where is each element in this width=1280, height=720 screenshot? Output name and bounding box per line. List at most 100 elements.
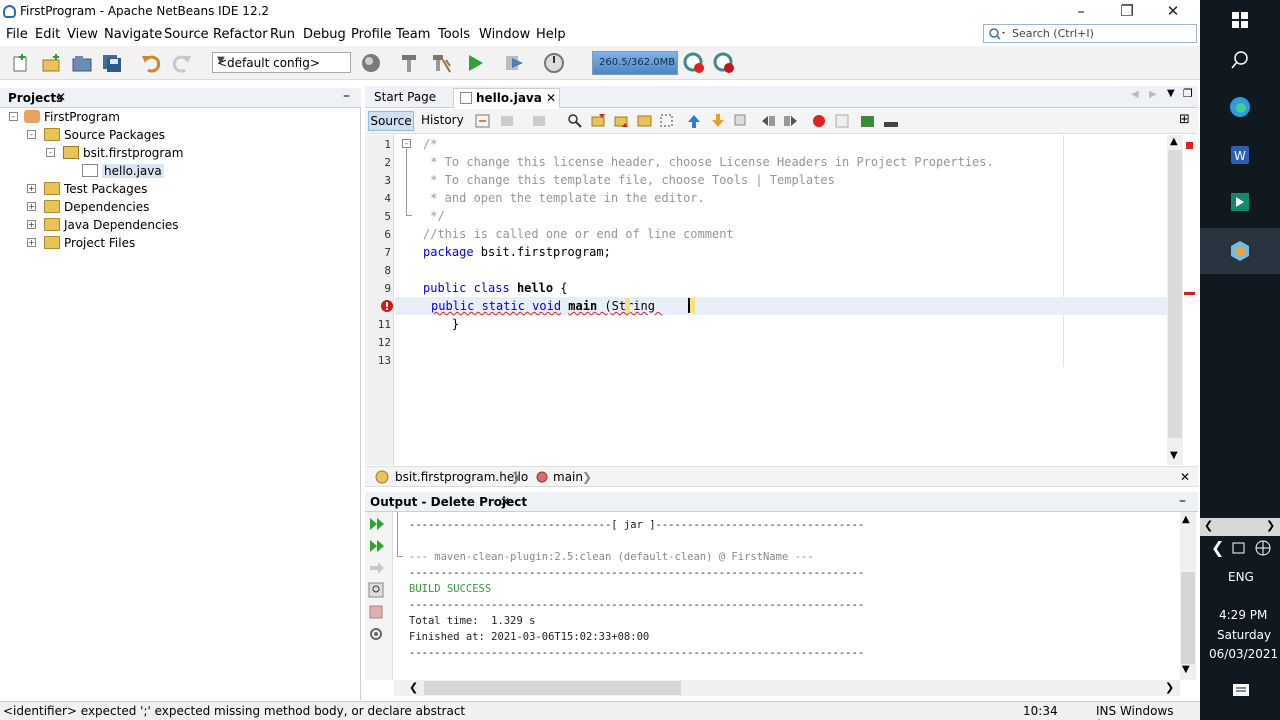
tree-item-hello-java[interactable]: hello.java (82, 164, 164, 178)
previous-bookmark-icon[interactable] (686, 113, 702, 129)
notifications-icon[interactable] (1232, 683, 1250, 699)
app-icon[interactable] (1228, 190, 1252, 214)
menu-refactor[interactable]: Refactor (213, 27, 268, 42)
rerun-with-options-icon[interactable] (368, 538, 386, 554)
undo-icon[interactable] (140, 52, 162, 74)
clock-time[interactable]: 4:29 PM (1219, 608, 1267, 622)
history-view-button[interactable]: History (421, 113, 464, 127)
show-opened-documents-icon[interactable]: ▼ (1167, 88, 1175, 99)
expand-icon[interactable]: + (27, 184, 36, 193)
close-icon[interactable]: ✕ (56, 90, 66, 104)
network-globe-icon[interactable] (1255, 540, 1271, 556)
output-tab[interactable]: Output - Delete Project ✕ – (365, 492, 1198, 512)
shift-left-icon[interactable] (760, 113, 776, 129)
shift-right-icon[interactable] (783, 113, 799, 129)
output-scroll-thumb[interactable] (1181, 572, 1195, 664)
find-icon[interactable] (567, 113, 583, 129)
tree-item-project-files[interactable]: Project Files (44, 236, 135, 250)
menu-debug[interactable]: Debug (303, 27, 346, 42)
expand-icon[interactable]: + (27, 220, 36, 229)
tree-item-java-dependencies[interactable]: Java Dependencies (44, 218, 179, 232)
output-search-icon[interactable] (368, 582, 386, 598)
menu-profile[interactable]: Profile (351, 27, 391, 42)
collapse-icon[interactable]: - (9, 112, 18, 121)
maximize-icon[interactable]: ❐ (1183, 87, 1193, 100)
menu-tools[interactable]: Tools (438, 27, 470, 42)
collapse-icon[interactable]: - (27, 130, 36, 139)
search-icon[interactable] (1228, 48, 1252, 72)
menu-run[interactable]: Run (270, 27, 295, 42)
scroll-right-icon[interactable]: ❯ (1266, 519, 1275, 532)
search-input[interactable]: Search (Ctrl+I) (983, 24, 1197, 43)
close-button[interactable]: ✕ (1150, 0, 1196, 24)
menu-team[interactable]: Team (396, 27, 430, 42)
chevron-left-icon[interactable]: ❮ (1211, 538, 1224, 557)
tree-item-project[interactable]: FirstProgram (24, 110, 120, 124)
save-all-icon[interactable] (101, 52, 123, 74)
expand-icon[interactable]: + (27, 202, 36, 211)
stop-icon[interactable] (368, 604, 386, 620)
error-marker[interactable] (1184, 292, 1195, 295)
clock-date[interactable]: 06/03/2021 (1209, 647, 1278, 661)
scroll-right-icon[interactable]: ❯ (1165, 681, 1174, 694)
find-next-icon[interactable] (614, 113, 630, 129)
next-bookmark-icon[interactable] (710, 113, 726, 129)
scroll-down-icon[interactable]: ▼ (1170, 450, 1178, 461)
find-previous-icon[interactable] (591, 113, 607, 129)
meet-now-icon[interactable] (1232, 541, 1248, 555)
config-select[interactable]: <default config> ▼ (212, 52, 351, 73)
rerun-icon[interactable] (368, 516, 386, 532)
netbeans-taskbar-icon[interactable] (1228, 239, 1252, 263)
debug-icon[interactable] (503, 52, 525, 74)
tree-item-test-packages[interactable]: Test Packages (44, 182, 147, 196)
comment-icon[interactable] (860, 113, 876, 129)
forward-icon[interactable] (531, 113, 547, 129)
breadcrumb-class[interactable]: bsit.firstprogram.hello (395, 470, 528, 484)
edge-browser-icon[interactable] (1228, 95, 1252, 119)
minimize-icon[interactable]: – (1179, 493, 1186, 509)
tree-item-source-packages[interactable]: Source Packages (44, 128, 165, 142)
expand-icon[interactable]: + (27, 238, 36, 247)
error-icon[interactable] (380, 299, 394, 313)
last-edit-icon[interactable] (475, 113, 491, 129)
clean-build-icon[interactable] (430, 52, 452, 74)
close-icon[interactable]: ✕ (500, 495, 510, 509)
menu-help[interactable]: Help (536, 27, 566, 42)
input-language[interactable]: ENG (1228, 570, 1254, 584)
restore-button[interactable]: ❐ (1104, 0, 1150, 24)
menu-source[interactable]: Source (164, 27, 209, 42)
tab-start-page[interactable]: Start Page (368, 88, 442, 108)
scroll-left-icon[interactable]: ◀ (1131, 89, 1139, 100)
menu-window[interactable]: Window (479, 27, 530, 42)
resume-icon[interactable] (368, 560, 386, 576)
collapse-icon[interactable]: - (46, 148, 55, 157)
scroll-left-icon[interactable]: ❮ (1204, 519, 1213, 532)
menu-view[interactable]: View (67, 27, 98, 42)
gc-icon[interactable] (683, 52, 705, 74)
memory-indicator[interactable]: 260.5/362.0MB (592, 51, 678, 75)
scroll-up-icon[interactable]: ▲ (1182, 514, 1190, 525)
split-editor-icon[interactable]: ⊞ (1179, 112, 1190, 127)
new-project-icon[interactable] (40, 52, 62, 74)
fold-icon[interactable]: - (402, 139, 411, 148)
minimize-button[interactable]: – (1058, 0, 1104, 24)
tab-hello-java[interactable]: hello.java ✕ (453, 88, 560, 108)
menu-navigate[interactable]: Navigate (104, 27, 162, 42)
editor-scroll-thumb[interactable] (1168, 150, 1182, 438)
menu-edit[interactable]: Edit (35, 27, 60, 42)
rectangular-select-icon[interactable] (660, 113, 676, 129)
settings-icon[interactable] (368, 626, 386, 642)
scroll-up-icon[interactable]: ▲ (1170, 136, 1178, 147)
source-view-button[interactable]: Source (368, 111, 414, 131)
minimize-icon[interactable]: – (343, 88, 350, 104)
tree-item-dependencies[interactable]: Dependencies (44, 200, 149, 214)
close-icon[interactable]: ✕ (546, 91, 556, 105)
caret-position[interactable]: 10:34 (1023, 704, 1058, 718)
run-icon[interactable] (464, 52, 486, 74)
open-project-icon[interactable] (71, 52, 93, 74)
word-icon[interactable]: W (1228, 143, 1252, 167)
menu-file[interactable]: File (6, 27, 28, 42)
breadcrumb-method[interactable]: main (553, 470, 583, 484)
new-file-icon[interactable] (10, 52, 32, 74)
uncomment-icon[interactable] (883, 113, 899, 129)
